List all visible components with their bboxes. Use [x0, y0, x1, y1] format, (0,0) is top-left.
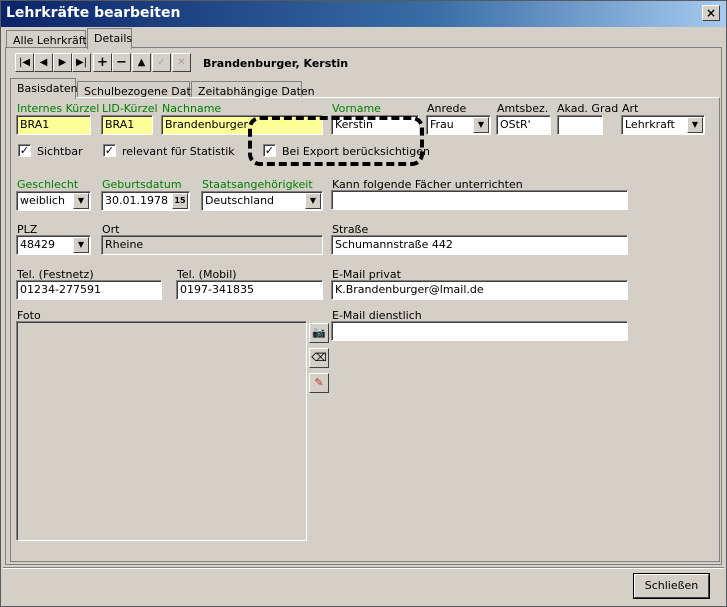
label-art: Art	[622, 102, 639, 115]
delete-record-button[interactable]: −	[112, 53, 131, 72]
staatsangehoerigkeit-value: Deutschland	[205, 194, 275, 207]
email-privat-input[interactable]: K.Brandenburger@lmail.de	[331, 280, 628, 300]
add-record-button[interactable]: +	[93, 53, 112, 72]
footer-separator	[3, 567, 724, 569]
cancel-edit-button[interactable]: ✕	[172, 53, 191, 72]
geschlecht-value: weiblich	[20, 194, 65, 207]
label-geburtsdatum: Geburtsdatum	[102, 178, 182, 191]
tab-details[interactable]: Details	[87, 28, 132, 49]
label-vorname: Vorname	[332, 102, 381, 115]
ort-field: Rheine	[101, 235, 323, 255]
chevron-down-icon[interactable]: ▼	[687, 117, 703, 133]
up-button[interactable]: ▲	[132, 53, 151, 72]
chevron-down-icon[interactable]: ▼	[305, 193, 321, 209]
internes-kuerzel-input[interactable]: BRA1	[16, 115, 91, 135]
label-anrede: Anrede	[427, 102, 467, 115]
strasse-input[interactable]: Schumannstraße 442	[331, 235, 628, 255]
sichtbar-checkbox[interactable]: ✓	[18, 144, 31, 157]
label-statistik: relevant für Statistik	[122, 145, 235, 158]
last-record-button[interactable]: ▶|	[72, 53, 91, 72]
staatsangehoerigkeit-select[interactable]: Deutschland ▼	[201, 191, 323, 211]
art-value: Lehrkraft	[625, 118, 675, 131]
edit-icon[interactable]: ✎	[309, 373, 329, 393]
highlight-annotation	[248, 116, 424, 166]
tab-basisdaten[interactable]: Basisdaten	[10, 78, 78, 99]
first-record-button[interactable]: |◀	[15, 53, 34, 72]
label-lid-kuerzel: LID-Kürzel	[102, 102, 158, 115]
art-select[interactable]: Lehrkraft ▼	[621, 115, 705, 135]
lid-kuerzel-input[interactable]: BRA1	[101, 115, 153, 135]
next-record-button[interactable]: ▶	[53, 53, 72, 72]
chevron-down-icon[interactable]: ▼	[473, 117, 489, 133]
record-name: Brandenburger, Kerstin	[203, 57, 349, 70]
geburtsdatum-input[interactable]: 30.01.1978 15	[101, 191, 190, 211]
tel-festnetz-input[interactable]: 01234-277591	[16, 280, 162, 300]
photo-area[interactable]	[16, 321, 307, 541]
amtsbez-input[interactable]: OStR'	[496, 115, 551, 135]
label-akad-grad: Akad. Grad	[557, 102, 619, 115]
calendar-icon[interactable]: 15	[172, 193, 188, 209]
window-title: Lehrkräfte bearbeiten	[6, 5, 181, 21]
confirm-button[interactable]: ✓	[152, 53, 171, 72]
title-bar[interactable]: Lehrkräfte bearbeiten ×	[1, 1, 726, 27]
label-geschlecht: Geschlecht	[17, 178, 79, 191]
close-dialog-button[interactable]: Schließen	[634, 574, 709, 598]
dialog-window: Lehrkräfte bearbeiten × Alle Lehrkräfte …	[0, 0, 727, 607]
label-amtsbez: Amtsbez.	[497, 102, 549, 115]
label-nachname: Nachname	[162, 102, 222, 115]
camera-icon[interactable]: 📷	[309, 323, 329, 343]
eraser-icon[interactable]: ⌫	[309, 348, 329, 368]
geburtsdatum-value: 30.01.1978	[105, 194, 168, 207]
chevron-down-icon[interactable]: ▼	[73, 237, 89, 253]
close-button[interactable]: ×	[702, 5, 720, 21]
faecher-input[interactable]	[331, 190, 628, 210]
geschlecht-select[interactable]: weiblich ▼	[16, 191, 91, 211]
plz-value: 48429	[20, 238, 55, 251]
label-staatsangehoerigkeit: Staatsangehörigkeit	[202, 178, 313, 191]
akad-grad-input[interactable]	[557, 115, 603, 135]
anrede-value: Frau	[430, 118, 454, 131]
label-sichtbar: Sichtbar	[37, 145, 83, 158]
statistik-checkbox[interactable]: ✓	[103, 144, 116, 157]
prev-record-button[interactable]: ◀	[34, 53, 53, 72]
anrede-select[interactable]: Frau ▼	[426, 115, 491, 135]
email-dienstlich-input[interactable]	[331, 321, 628, 341]
tel-mobil-input[interactable]: 0197-341835	[176, 280, 323, 300]
label-internes-kuerzel: Internes Kürzel	[17, 102, 100, 115]
plz-select[interactable]: 48429 ▼	[16, 235, 91, 255]
chevron-down-icon[interactable]: ▼	[73, 193, 89, 209]
